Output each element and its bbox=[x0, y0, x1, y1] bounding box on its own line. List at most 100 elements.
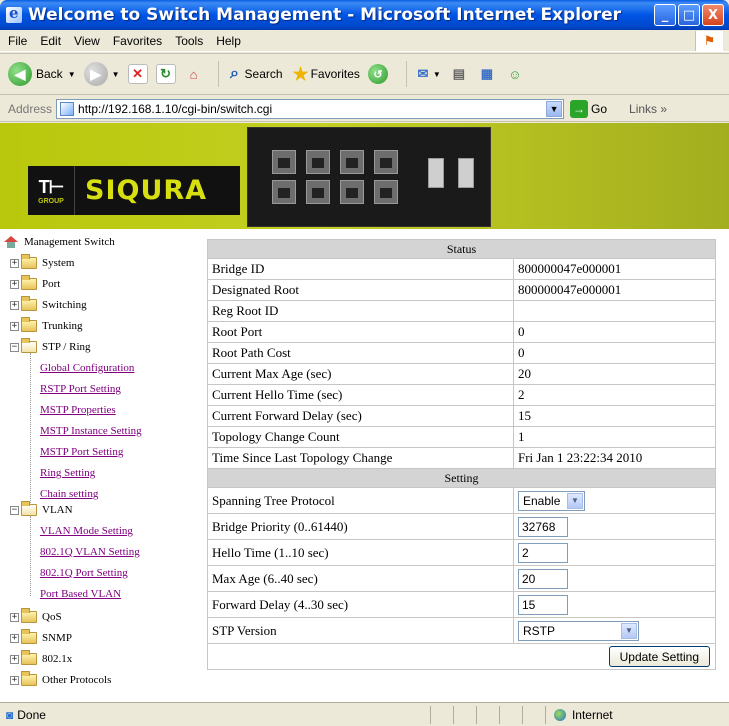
menu-edit[interactable]: Edit bbox=[40, 34, 61, 48]
menu-favorites[interactable]: Favorites bbox=[113, 34, 162, 48]
row-value: 0 bbox=[513, 321, 716, 343]
expand-icon[interactable]: + bbox=[10, 654, 19, 664]
ethernet-port-icon bbox=[272, 180, 296, 204]
home-button[interactable]: ⌂ bbox=[184, 64, 204, 84]
mail-button[interactable]: ✉ ▼ bbox=[413, 64, 441, 84]
tree-folder-trunking[interactable]: + Trunking bbox=[10, 317, 83, 334]
row-label: Bridge Priority (0..61440) bbox=[207, 513, 514, 540]
page-header-banner: T⊢ GROUP SIQURA bbox=[0, 123, 729, 229]
tree-link-vlan-mode-setting[interactable]: VLAN Mode Setting bbox=[40, 523, 133, 539]
tree-folder-other-protocols[interactable]: + Other Protocols bbox=[10, 671, 111, 688]
tree-folder-system[interactable]: + System bbox=[10, 254, 74, 271]
close-button[interactable]: X bbox=[702, 4, 724, 26]
minimize-button[interactable]: _ bbox=[654, 4, 676, 26]
table-row: Forward Delay (4..30 sec) 15 bbox=[207, 591, 716, 618]
tree-link-port-based-vlan[interactable]: Port Based VLAN bbox=[40, 586, 121, 602]
tree-link-mstp-properties[interactable]: MSTP Properties bbox=[40, 402, 116, 418]
tree-root[interactable]: Management Switch bbox=[4, 234, 115, 250]
fiber-port-icon bbox=[458, 158, 474, 188]
maximize-button[interactable]: □ bbox=[678, 4, 700, 26]
tree-folder-vlan[interactable]: − VLAN bbox=[10, 501, 73, 518]
links-button[interactable]: Links » bbox=[629, 102, 667, 116]
tree-folder-label: Port bbox=[42, 278, 61, 290]
tree-folder-snmp[interactable]: + SNMP bbox=[10, 629, 72, 646]
expand-icon[interactable]: + bbox=[10, 279, 19, 289]
menu-help[interactable]: Help bbox=[216, 34, 241, 48]
table-row: Reg Root ID bbox=[207, 300, 716, 322]
table-row: Update Setting bbox=[207, 643, 716, 670]
back-button[interactable]: ◀ Back ▼ bbox=[8, 62, 76, 86]
stp-version-select[interactable]: RSTP ▼ bbox=[518, 620, 639, 641]
tree-link-ring-setting[interactable]: Ring Setting bbox=[40, 465, 95, 481]
go-button[interactable]: → Go bbox=[570, 99, 607, 118]
table-row: Root Path Cost 0 bbox=[207, 342, 716, 364]
open-folder-icon bbox=[21, 501, 37, 516]
row-value bbox=[513, 300, 716, 322]
tree-link-global-configuration[interactable]: Global Configuration bbox=[40, 360, 134, 376]
history-button[interactable]: ↺ bbox=[367, 64, 392, 84]
table-row: Time Since Last Topology Change Fri Jan 1… bbox=[207, 447, 716, 469]
search-button[interactable]: ⌕ Search bbox=[225, 64, 283, 84]
tree-link-mstp-port-setting[interactable]: MSTP Port Setting bbox=[40, 444, 123, 460]
tree-folder-8021x[interactable]: + 802.1x bbox=[10, 650, 73, 667]
expand-icon[interactable]: + bbox=[10, 675, 19, 685]
menu-view[interactable]: View bbox=[74, 34, 100, 48]
collapse-icon[interactable]: − bbox=[10, 505, 19, 515]
expand-icon[interactable]: + bbox=[10, 612, 19, 622]
ethernet-port-icon bbox=[374, 180, 398, 204]
back-dropdown-icon[interactable]: ▼ bbox=[68, 70, 76, 79]
address-label: Address bbox=[8, 101, 53, 116]
expand-icon[interactable]: + bbox=[10, 300, 19, 310]
tree-folder-stp-ring[interactable]: − STP / Ring bbox=[10, 338, 91, 355]
tree-link-rstp-port-setting[interactable]: RSTP Port Setting bbox=[40, 381, 121, 397]
address-url: http://192.168.1.10/cgi-bin/switch.cgi bbox=[78, 101, 273, 116]
row-label: Current Hello Time (sec) bbox=[207, 384, 514, 406]
row-value: 2 bbox=[513, 539, 716, 566]
forward-dropdown-icon[interactable]: ▼ bbox=[112, 70, 120, 79]
window-title-bar[interactable]: Welcome to Switch Management - Microsoft… bbox=[0, 0, 729, 30]
forward-button[interactable]: ▶ ▼ bbox=[83, 62, 120, 86]
max-age-input[interactable]: 20 bbox=[518, 568, 568, 589]
edit-button[interactable]: ▦ bbox=[477, 64, 497, 84]
tree-folder-switching[interactable]: + Switching bbox=[10, 296, 87, 313]
update-setting-button[interactable]: Update Setting bbox=[608, 646, 710, 667]
expand-icon[interactable]: + bbox=[10, 258, 19, 268]
tree-link-mstp-instance-setting[interactable]: MSTP Instance Setting bbox=[40, 423, 142, 439]
row-label: Designated Root bbox=[207, 279, 514, 301]
expand-icon[interactable]: + bbox=[10, 321, 19, 331]
tree-folder-qos[interactable]: + QoS bbox=[10, 608, 62, 625]
menu-file[interactable]: File bbox=[8, 34, 27, 48]
switch-front-panel-image bbox=[247, 127, 491, 227]
table-row: Current Forward Delay (sec) 15 bbox=[207, 405, 716, 427]
back-label: Back bbox=[36, 67, 63, 81]
bridge-priority-input[interactable]: 32768 bbox=[518, 516, 568, 537]
expand-icon[interactable]: + bbox=[10, 633, 19, 643]
tree-link-8021q-port-setting[interactable]: 802.1Q Port Setting bbox=[40, 565, 128, 581]
folder-icon bbox=[21, 317, 37, 332]
row-value: 20 bbox=[513, 363, 716, 385]
search-icon: ⌕ bbox=[230, 65, 240, 82]
address-dropdown-icon[interactable]: ▼ bbox=[546, 100, 563, 117]
table-row: Spanning Tree Protocol Enable ▼ bbox=[207, 487, 716, 514]
address-input[interactable]: http://192.168.1.10/cgi-bin/switch.cgi ▼ bbox=[56, 98, 565, 119]
messenger-button[interactable]: ☺ bbox=[505, 64, 525, 84]
print-button[interactable]: ▤ bbox=[449, 64, 469, 84]
row-label: STP Version bbox=[207, 617, 514, 644]
favorites-button[interactable]: ★ Favorites bbox=[291, 64, 359, 84]
home-icon: ⌂ bbox=[189, 66, 198, 82]
row-label: Current Forward Delay (sec) bbox=[207, 405, 514, 427]
stop-button[interactable]: ✕ bbox=[127, 64, 148, 84]
refresh-icon: ↻ bbox=[155, 64, 176, 84]
spanning-tree-protocol-select[interactable]: Enable ▼ bbox=[518, 490, 585, 511]
collapse-icon[interactable]: − bbox=[10, 342, 19, 352]
menu-tools[interactable]: Tools bbox=[175, 34, 203, 48]
folder-icon bbox=[21, 275, 37, 290]
hello-time-input[interactable]: 2 bbox=[518, 542, 568, 563]
tree-folder-port[interactable]: + Port bbox=[10, 275, 61, 292]
mail-dropdown-icon[interactable]: ▼ bbox=[433, 70, 441, 79]
forward-delay-input[interactable]: 15 bbox=[518, 594, 568, 615]
tree-link-chain-setting[interactable]: Chain setting bbox=[40, 486, 98, 502]
refresh-button[interactable]: ↻ bbox=[155, 64, 176, 84]
tree-folder-label: 802.1x bbox=[42, 653, 73, 665]
tree-link-8021q-vlan-setting[interactable]: 802.1Q VLAN Setting bbox=[40, 544, 140, 560]
